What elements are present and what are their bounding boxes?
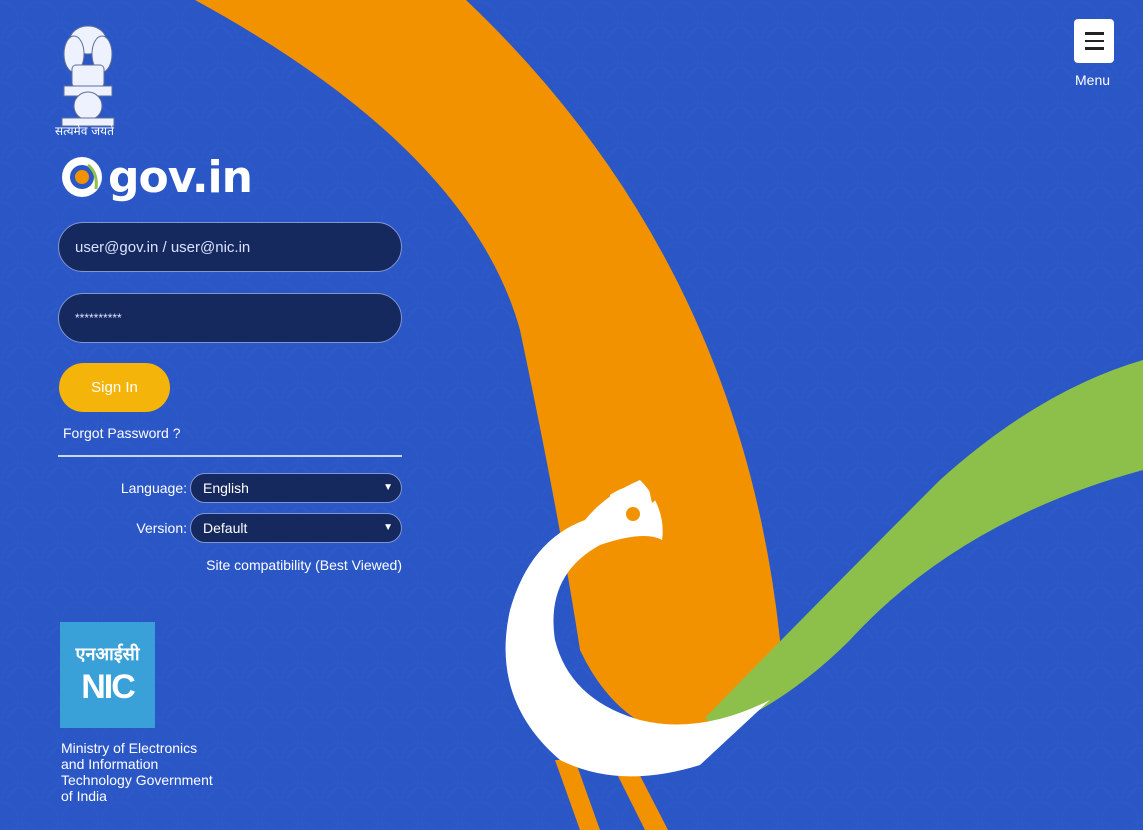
- version-row: Version: Default ▼: [58, 513, 402, 543]
- nic-word: NIC: [81, 668, 136, 706]
- language-select[interactable]: English ▼: [190, 473, 402, 503]
- chevron-down-icon: ▼: [383, 482, 393, 493]
- chevron-down-icon: ▼: [383, 522, 393, 533]
- divider: [58, 455, 402, 457]
- email-field[interactable]: user@gov.in / user@nic.in: [58, 222, 402, 272]
- govin-logo: gov.in: [60, 147, 253, 207]
- motto-text: सत्यमेव जयते: [55, 124, 114, 138]
- language-label: Language:: [120, 480, 187, 496]
- version-select[interactable]: Default ▼: [190, 513, 402, 543]
- forgot-password-link[interactable]: Forgot Password ?: [63, 425, 181, 441]
- logo-text: gov.in: [108, 151, 253, 203]
- hamburger-icon: [1084, 32, 1104, 35]
- menu-button[interactable]: [1074, 19, 1114, 63]
- nic-hindi-text: एनआईसी: [75, 644, 140, 665]
- version-label: Version:: [136, 520, 187, 536]
- ministry-text: Ministry of Electronics and Information …: [61, 740, 213, 804]
- nic-logo: एनआईसी NIC: [60, 622, 155, 728]
- at-sign-icon: [62, 157, 102, 197]
- site-compatibility-link[interactable]: Site compatibility (Best Viewed): [206, 557, 402, 573]
- menu-label[interactable]: Menu: [1075, 72, 1110, 88]
- version-value: Default: [203, 520, 248, 536]
- language-value: English: [203, 480, 249, 496]
- peacock-illustration: [0, 0, 1143, 830]
- language-row: Language: English ▼: [58, 473, 402, 503]
- password-field[interactable]: **********: [58, 293, 402, 343]
- sign-in-button[interactable]: Sign In: [59, 363, 170, 412]
